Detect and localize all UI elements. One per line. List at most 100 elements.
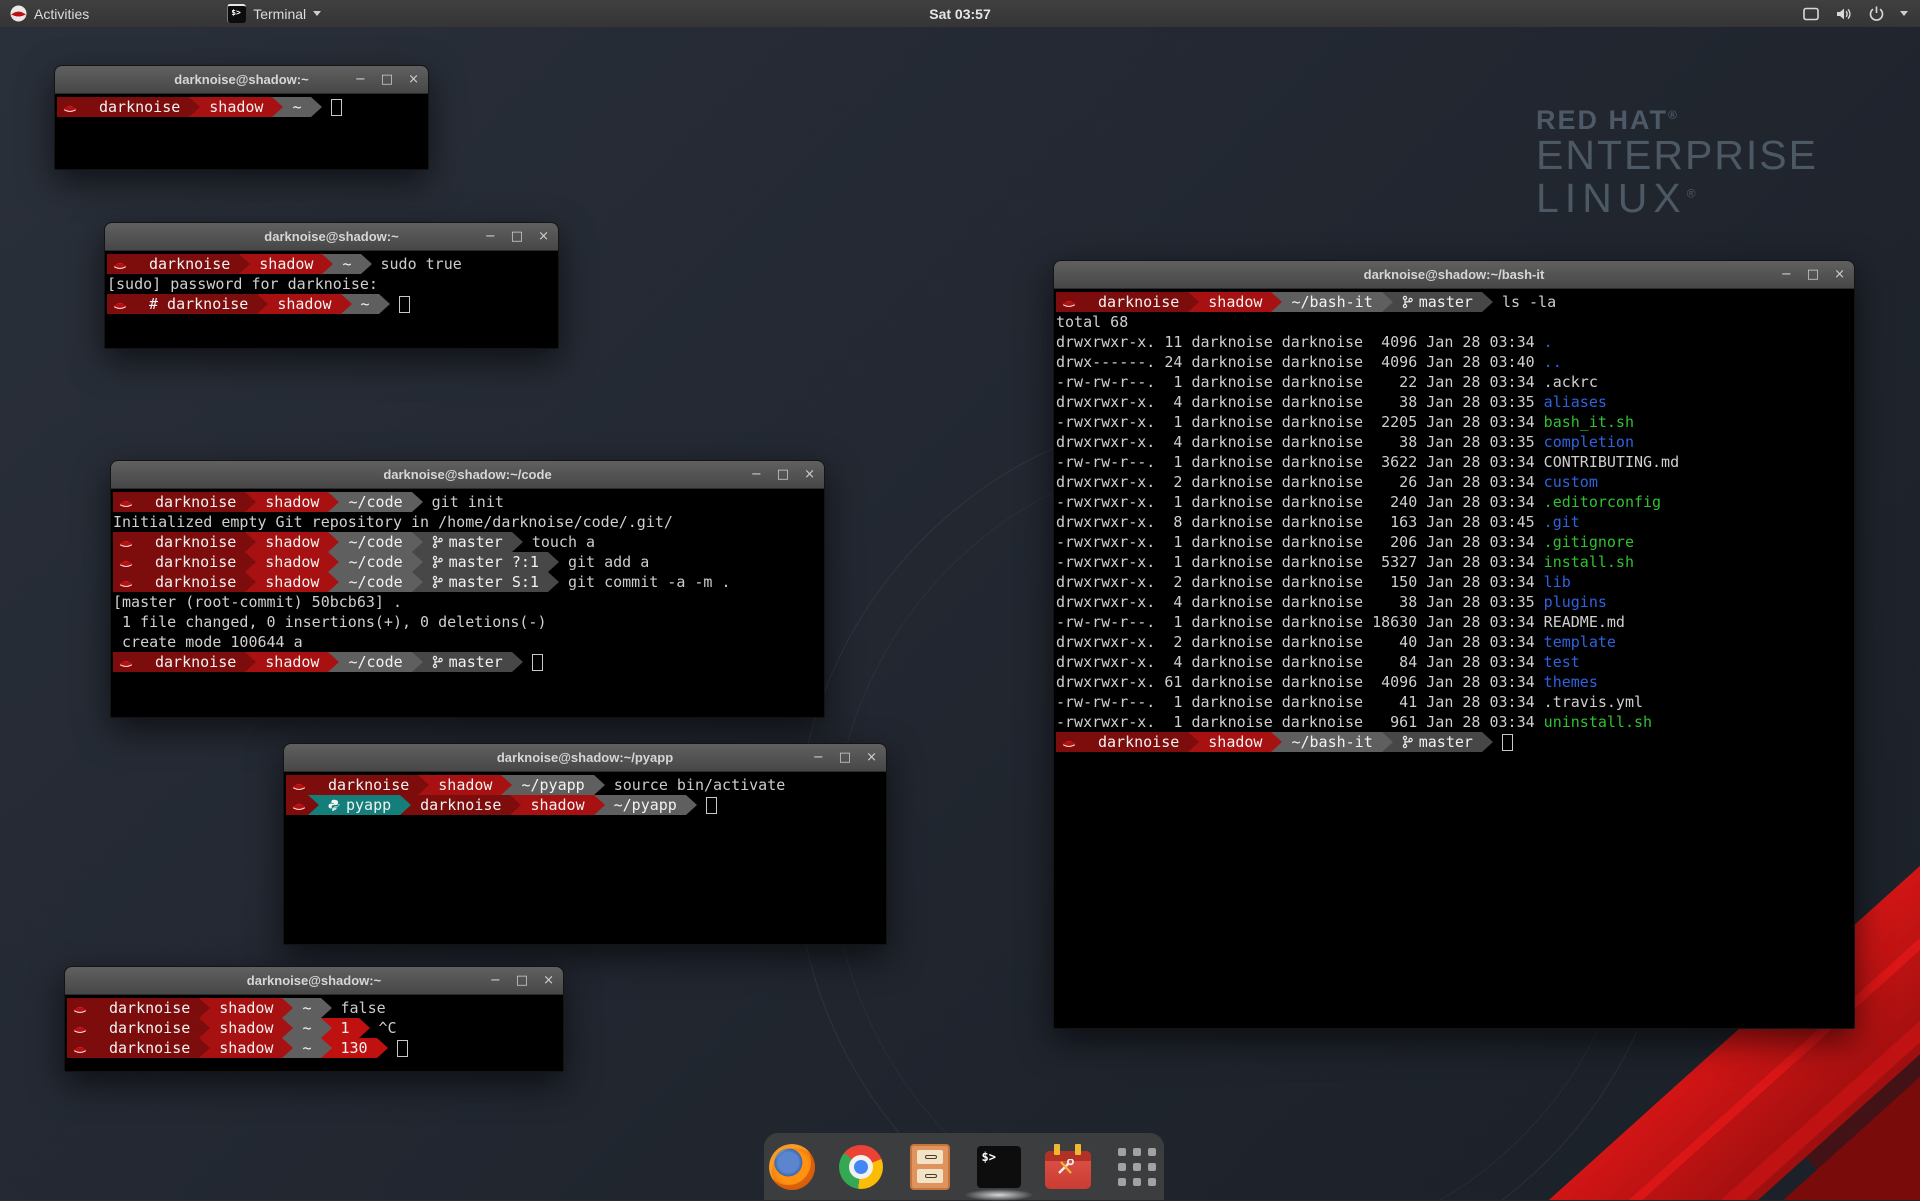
terminal-content[interactable]: darknoiseshadow~sudo true[sudo] password…	[105, 251, 558, 314]
status-segment: 130	[332, 1038, 377, 1058]
output-text: ..	[1544, 353, 1562, 371]
path-segment: ~	[293, 1018, 320, 1038]
terminal-content[interactable]: darknoiseshadow~	[55, 94, 428, 117]
terminal-cursor	[706, 797, 717, 814]
dock-item-terminal[interactable]: $>	[975, 1143, 1023, 1191]
output-text: drwxrwxr-x. 4 darknoise darknoise 84 Jan…	[1056, 653, 1544, 671]
terminal-content[interactable]: darknoiseshadow~/bash-itmasterls -latota…	[1054, 289, 1854, 752]
close-button[interactable]: ×	[543, 973, 554, 988]
output-text: -rwxrwxr-x. 1 darknoise darknoise 961 Ja…	[1056, 713, 1544, 731]
maximize-button[interactable]: □	[381, 72, 393, 87]
redhat-logo-icon	[10, 5, 27, 22]
close-button[interactable]: ×	[538, 229, 549, 244]
terminal-window[interactable]: darknoise@shadow:~−□×darknoiseshadow~sud…	[104, 222, 559, 349]
host-segment: shadow	[1199, 292, 1271, 312]
terminal-window[interactable]: darknoise@shadow:~−□×darknoiseshadow~fal…	[64, 966, 564, 1072]
power-icon	[1868, 5, 1885, 22]
maximize-button[interactable]: □	[777, 467, 789, 482]
dock-item-toolbox[interactable]	[1044, 1143, 1092, 1191]
host-segment: shadow	[256, 552, 328, 572]
terminal-content[interactable]: darknoiseshadow~/codegit initInitialized…	[111, 489, 824, 672]
titlebar[interactable]: darknoise@shadow:~/pyapp−□ ×	[284, 744, 886, 772]
system-status-area[interactable]	[1802, 5, 1920, 22]
titlebar[interactable]: darknoise@shadow:~−□×	[55, 66, 428, 94]
output-text: [master (root-commit) 50bcb63] .	[113, 593, 402, 611]
path-segment: ~	[283, 97, 310, 117]
terminal-output-line: create mode 100644 a	[113, 632, 824, 652]
terminal-output-line: -rwxrwxr-x. 1 darknoise darknoise 240 Ja…	[1056, 492, 1854, 512]
redhat-icon	[107, 294, 129, 314]
minimize-button[interactable]: −	[1781, 267, 1792, 282]
output-text: install.sh	[1544, 553, 1634, 571]
powerline-separator	[501, 775, 512, 795]
minimize-button[interactable]: −	[813, 750, 824, 765]
output-text: lib	[1544, 573, 1571, 591]
powerline-separator	[239, 254, 250, 274]
powerline-separator	[129, 294, 140, 314]
terminal-window[interactable]: darknoise@shadow:~/code−□ × darknoiseshado…	[110, 460, 825, 718]
user-segment: darknoise	[1089, 292, 1188, 312]
close-button[interactable]: ×	[408, 72, 419, 87]
close-button[interactable]: ×	[866, 750, 877, 765]
titlebar[interactable]: darknoise@shadow:~/bash-it−□×	[1054, 261, 1854, 289]
powerline-separator	[594, 775, 605, 795]
maximize-button[interactable]: □	[511, 229, 523, 244]
powerline-separator	[1188, 292, 1199, 312]
minimize-button[interactable]: −	[485, 229, 496, 244]
dock-item-chrome[interactable]	[837, 1143, 885, 1191]
command-text: git add a	[568, 552, 649, 572]
dock-item-firefox[interactable]	[768, 1143, 816, 1191]
titlebar[interactable]: darknoise@shadow:~−□×	[65, 967, 563, 995]
path-segment: ~/code	[339, 492, 411, 512]
output-text: -rwxrwxr-x. 1 darknoise darknoise 5327 J…	[1056, 553, 1544, 571]
minimize-button[interactable]: −	[490, 973, 501, 988]
close-button[interactable]: ×	[804, 467, 815, 482]
minimize-button[interactable]: −	[355, 72, 366, 87]
terminal-window[interactable]: darknoise@shadow:~−□×darknoiseshadow~	[54, 65, 429, 170]
powerline-separator	[1482, 732, 1493, 752]
output-text: drwxrwxr-x. 2 darknoise darknoise 150 Ja…	[1056, 573, 1544, 591]
maximize-button[interactable]: □	[516, 973, 528, 988]
powerline-separator	[311, 97, 322, 117]
dock-item-app-grid[interactable]	[1113, 1143, 1161, 1191]
minimize-button[interactable]: −	[751, 467, 762, 482]
terminal-prompt-line: darknoiseshadow~1^C	[67, 1018, 563, 1038]
titlebar[interactable]: darknoise@shadow:~−□×	[105, 223, 558, 251]
output-text: .editorconfig	[1544, 493, 1661, 511]
output-text: plugins	[1544, 593, 1607, 611]
terminal-prompt-line: # darknoiseshadow~	[107, 294, 558, 314]
powerline-separator	[245, 572, 256, 592]
maximize-button[interactable]: □	[1807, 267, 1819, 282]
terminal-prompt-line: darknoiseshadow~/codemaster	[113, 652, 824, 672]
titlebar[interactable]: darknoise@shadow:~/code−□ ×	[111, 461, 824, 489]
terminal-content[interactable]: darknoiseshadow~falsedarknoiseshadow~1^C…	[65, 995, 563, 1058]
terminal-content[interactable]: darknoiseshadow~/pyappsource bin/activat…	[284, 772, 886, 815]
terminal-window[interactable]: darknoise@shadow:~/bash-it−□×darknoisesh…	[1053, 260, 1855, 1029]
output-text: bash_it.sh	[1544, 413, 1634, 431]
maximize-button[interactable]: □	[839, 750, 851, 765]
window-title: darknoise@shadow:~/pyapp	[284, 750, 886, 765]
output-text: custom	[1544, 473, 1598, 491]
command-text: git init	[432, 492, 504, 512]
terminal-cursor	[331, 99, 342, 116]
terminal-output-line: drwxrwxr-x. 2 darknoise darknoise 26 Jan…	[1056, 472, 1854, 492]
close-button[interactable]: ×	[1834, 267, 1845, 282]
window-controls: −□ ×	[1781, 261, 1845, 288]
window-title: darknoise@shadow:~/code	[111, 467, 824, 482]
powerline-separator	[377, 1038, 388, 1058]
git-branch-segment: master	[423, 532, 512, 552]
git-branch-segment: master	[1393, 292, 1482, 312]
terminal-output-line: -rw-rw-r--. 1 darknoise darknoise 18630 …	[1056, 612, 1854, 632]
terminal-window[interactable]: darknoise@shadow:~/pyapp−□ × darknoiseshad…	[283, 743, 887, 945]
host-segment: shadow	[210, 998, 282, 1018]
powerline-separator	[341, 294, 352, 314]
git-branch-segment: master	[1393, 732, 1482, 752]
app-grid-icon	[1118, 1148, 1156, 1186]
powerline-separator	[412, 552, 423, 572]
powerline-separator	[512, 532, 523, 552]
dock-item-files[interactable]	[906, 1143, 954, 1191]
window-controls: −□ ×	[751, 461, 815, 488]
app-menu-button[interactable]: $> Terminal	[217, 0, 331, 27]
activities-button[interactable]: Activities	[0, 0, 99, 27]
host-segment: shadow	[521, 795, 593, 815]
